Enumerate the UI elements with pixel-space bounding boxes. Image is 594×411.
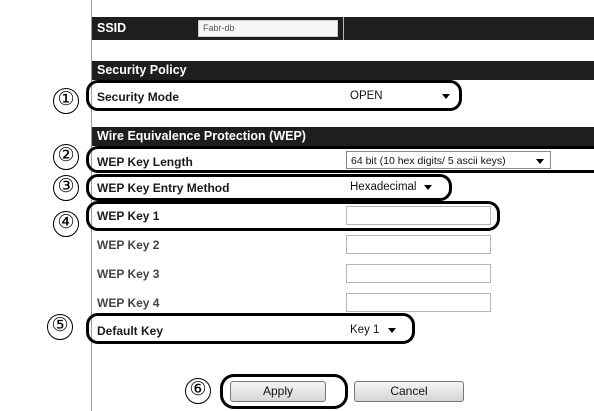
ssid-divider xyxy=(343,17,344,40)
wep-key4-input[interactable] xyxy=(346,293,491,312)
callout-frame-6 xyxy=(220,374,348,409)
callout-number-3: ③ xyxy=(53,175,79,201)
wep-key2-input[interactable] xyxy=(346,235,491,254)
callout-frame-5 xyxy=(86,313,415,344)
security-policy-header: Security Policy xyxy=(92,61,594,80)
ssid-value: Fabr-db xyxy=(198,20,338,37)
wep-key2-label: WEP Key 2 xyxy=(97,238,160,252)
cancel-button[interactable]: Cancel xyxy=(354,381,464,402)
wep-key3-input[interactable] xyxy=(346,264,491,283)
callout-frame-2 xyxy=(86,146,594,173)
wep-key3-label: WEP Key 3 xyxy=(97,267,160,281)
callout-frame-1 xyxy=(86,80,462,111)
wep-key4-label: WEP Key 4 xyxy=(97,296,160,310)
callout-frame-4 xyxy=(86,201,500,231)
callout-number-1: ① xyxy=(53,88,79,114)
callout-number-4: ④ xyxy=(53,211,79,237)
wep-header: Wire Equivalence Protection (WEP) xyxy=(92,127,594,146)
ssid-row: SSID Fabr-db xyxy=(92,17,594,40)
ssid-label: SSID xyxy=(97,21,127,35)
callout-number-5: ⑤ xyxy=(47,314,73,340)
callout-frame-3 xyxy=(86,174,452,201)
callout-number-2: ② xyxy=(53,144,79,170)
callout-number-6: ⑥ xyxy=(185,378,211,404)
